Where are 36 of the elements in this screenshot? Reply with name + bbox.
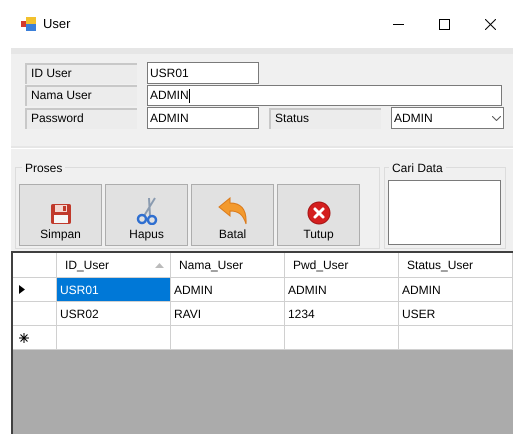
id-user-field[interactable]: USR01 bbox=[147, 62, 259, 84]
field-label: Password bbox=[25, 108, 137, 128]
table-cell[interactable]: USR01 bbox=[57, 278, 171, 302]
toolbar-button[interactable]: Hapus bbox=[105, 184, 188, 246]
table-cell[interactable] bbox=[171, 326, 285, 350]
password-field[interactable]: ADMIN bbox=[147, 107, 259, 129]
table-cell[interactable]: RAVI bbox=[171, 302, 285, 326]
status-dropdown[interactable]: ADMIN bbox=[391, 107, 504, 129]
field-label: Status bbox=[269, 108, 381, 128]
toolbar-button[interactable]: Simpan bbox=[19, 184, 102, 246]
table-cell[interactable]: ADMIN bbox=[399, 278, 513, 302]
table-cell[interactable]: USER bbox=[399, 302, 513, 326]
toolbar-button[interactable]: Batal bbox=[191, 184, 274, 246]
field-label: Nama User bbox=[25, 85, 137, 106]
maximize-icon bbox=[438, 18, 450, 30]
window-title: User bbox=[43, 15, 70, 34]
search-field[interactable] bbox=[388, 180, 501, 245]
table-cell[interactable] bbox=[399, 326, 513, 350]
asterisk-icon bbox=[19, 332, 29, 342]
undo-arrow-icon bbox=[218, 197, 248, 225]
close-icon bbox=[484, 18, 496, 30]
field-label: ID User bbox=[25, 62, 137, 84]
table-cell[interactable] bbox=[285, 326, 399, 350]
close-icon bbox=[306, 201, 330, 225]
table-cell[interactable] bbox=[57, 326, 171, 350]
table-cell[interactable]: USR02 bbox=[57, 302, 171, 326]
row-header[interactable] bbox=[13, 326, 57, 350]
table-cell[interactable]: 1234 bbox=[285, 302, 399, 326]
app-icon bbox=[21, 17, 37, 31]
table-cell[interactable]: ADMIN bbox=[171, 278, 285, 302]
current-row-icon bbox=[19, 285, 25, 294]
table-cell[interactable]: ADMIN bbox=[285, 278, 399, 302]
scissors-icon bbox=[134, 197, 158, 225]
chevron-down-icon bbox=[492, 116, 501, 120]
toolbar-button[interactable]: Tutup bbox=[277, 184, 360, 246]
nama-user-field[interactable]: ADMIN bbox=[147, 85, 502, 106]
